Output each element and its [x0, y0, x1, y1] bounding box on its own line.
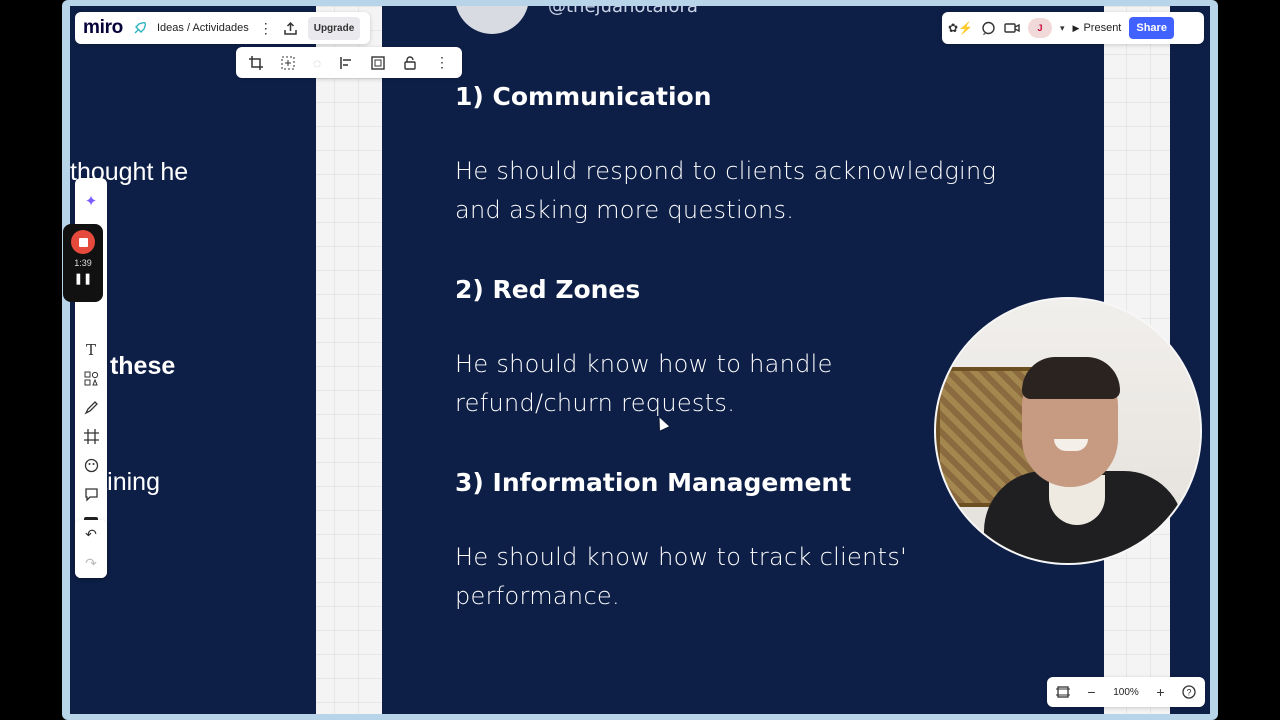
loading-icon[interactable]: ◌ [313, 55, 321, 71]
play-icon: ▶ [1072, 22, 1080, 33]
undo-redo-bar: ↶ ↷ [75, 520, 107, 578]
lock-icon[interactable] [403, 55, 417, 70]
section-text: He should know how to track clients' per… [455, 543, 908, 610]
section-heading: 2) Red Zones [455, 275, 641, 304]
align-icon[interactable] [339, 56, 353, 70]
video-icon[interactable] [1004, 21, 1020, 35]
zoom-out-icon[interactable]: − [1087, 684, 1095, 700]
crop-icon[interactable] [248, 55, 263, 70]
zoom-in-icon[interactable]: + [1156, 684, 1164, 700]
screen-recorder: 1:39 ❚❚ [63, 224, 103, 302]
undo-icon[interactable]: ↶ [85, 526, 97, 543]
stop-record-button[interactable] [71, 230, 95, 254]
export-icon[interactable] [283, 21, 298, 36]
context-toolbar: ◌ ⋮ [236, 47, 462, 78]
record-timer: 1:39 [74, 258, 92, 268]
sticker-icon[interactable] [79, 451, 103, 480]
author-handle: @thejuanotalora [548, 6, 698, 17]
shapes-icon[interactable] [79, 364, 103, 393]
ai-sparkle-icon[interactable]: ✦ [79, 186, 103, 215]
frames-panel-icon[interactable] [1055, 685, 1070, 699]
help-icon[interactable]: ? [1182, 685, 1196, 699]
fit-icon[interactable] [281, 56, 295, 70]
pen-icon[interactable] [79, 393, 103, 422]
more-vertical-icon[interactable]: ⋮ [435, 54, 449, 71]
chevron-down-icon[interactable]: ▾ [1060, 23, 1065, 34]
frame-icon[interactable] [371, 55, 385, 70]
section-heading: 3) Information Management [455, 468, 852, 497]
webcam-overlay [934, 297, 1202, 565]
svg-text:?: ? [1187, 688, 1192, 698]
upgrade-button[interactable]: Upgrade [307, 16, 361, 40]
zoom-bar: − 100% + ? [1047, 677, 1205, 707]
frame-icon[interactable] [79, 422, 103, 451]
section-heading: 1) Communication [455, 82, 712, 111]
share-button[interactable]: Share [1129, 17, 1174, 39]
zoom-level[interactable]: 100% [1113, 687, 1139, 698]
present-button[interactable]: ▶ Present [1073, 22, 1122, 34]
top-right-bar: ✿⚡ J ▾ ▶ Present Share [942, 12, 1204, 44]
pause-icon[interactable]: ❚❚ [74, 272, 92, 285]
chat-icon[interactable] [981, 21, 996, 36]
reactions-icon[interactable]: ✿⚡ [948, 21, 973, 35]
more-vertical-icon[interactable]: ⋮ [259, 20, 273, 37]
comment-icon[interactable] [79, 480, 103, 509]
board-name[interactable]: Ideas / Actividades [157, 22, 249, 34]
rocket-icon [133, 21, 147, 35]
section-text: He should respond to clients acknowledgi… [455, 157, 997, 224]
section-text: He should know how to handle refund/chur… [455, 350, 833, 417]
top-left-bar: miro Ideas / Actividades ⋮ Upgrade [75, 12, 370, 44]
miro-logo[interactable]: miro [83, 17, 123, 39]
board-canvas[interactable]: thought he or these training @thejuanota… [70, 6, 1210, 714]
present-label: Present [1083, 22, 1122, 34]
text-icon[interactable]: T [79, 335, 103, 364]
user-avatar[interactable]: J [1028, 18, 1052, 38]
redo-icon[interactable]: ↷ [85, 555, 97, 572]
